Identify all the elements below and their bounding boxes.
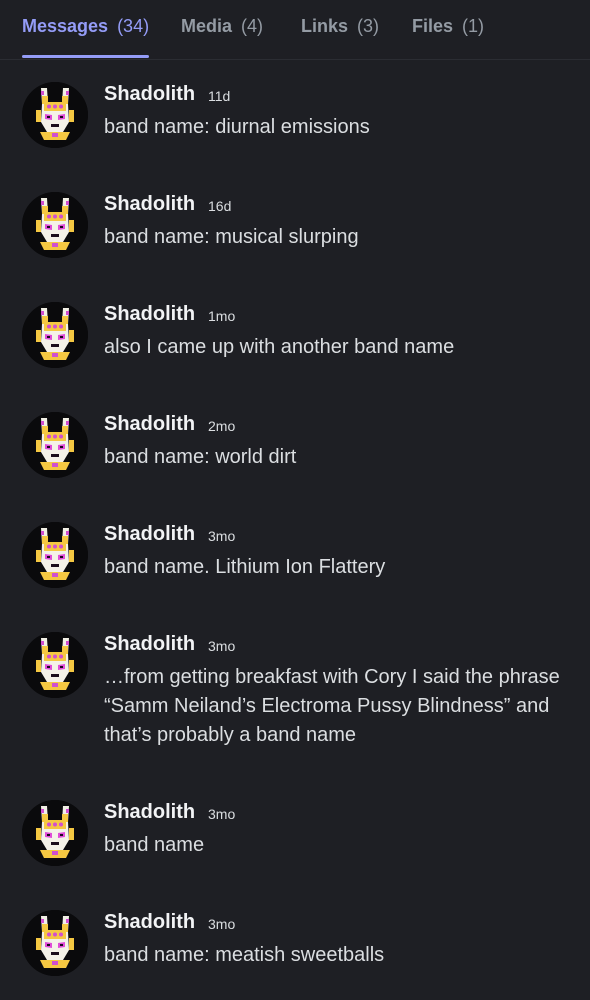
tab-messages[interactable]: Messages (34)	[22, 16, 150, 58]
message-timestamp: 3mo	[208, 806, 236, 822]
jester-avatar-icon	[22, 522, 88, 588]
message-author[interactable]: Shadolith	[104, 523, 195, 546]
avatar[interactable]	[22, 302, 88, 368]
jester-avatar-icon	[22, 412, 88, 478]
jester-avatar-icon	[22, 192, 88, 258]
jester-avatar-icon	[22, 800, 88, 866]
avatar[interactable]	[22, 910, 88, 976]
avatar[interactable]	[22, 632, 88, 698]
message-timestamp: 1mo	[208, 308, 236, 324]
message-text: band name	[104, 834, 205, 856]
message-text: band name: meatish sweetballs	[104, 944, 385, 966]
message-timestamp: 3mo	[208, 638, 236, 654]
avatar[interactable]	[22, 522, 88, 588]
message-author[interactable]: Shadolith	[104, 413, 195, 436]
tab-bar: Messages (34) Media (4) Links (3) Files (1)	[0, 0, 590, 60]
avatar[interactable]	[22, 412, 88, 478]
avatar[interactable]	[22, 82, 88, 148]
message-text: band name: diurnal emissions	[104, 116, 370, 138]
message-timestamp: 16d	[208, 198, 232, 214]
tab-count: (1)	[462, 16, 485, 36]
message-text: band name: world dirt	[104, 446, 297, 468]
avatar[interactable]	[22, 800, 88, 866]
tab-label: Files	[412, 16, 454, 36]
message-text: band name: musical slurping	[104, 226, 359, 248]
tab-files[interactable]: Files (1)	[412, 16, 484, 58]
tab-count: (34)	[117, 16, 150, 36]
message-text: also I came up with another band name	[104, 336, 455, 358]
tab-count: (4)	[241, 16, 264, 36]
message-author[interactable]: Shadolith	[104, 193, 195, 216]
tab-label: Links	[301, 16, 349, 36]
tab-links[interactable]: Links (3)	[301, 16, 379, 58]
tab-label: Media	[181, 16, 233, 36]
jester-avatar-icon	[22, 302, 88, 368]
tab-media[interactable]: Media (4)	[181, 16, 263, 58]
message-text: band name. Lithium Ion Flattery	[104, 556, 386, 578]
message-text: …from getting breakfast with Cory I said…	[104, 666, 560, 746]
message-timestamp: 2mo	[208, 418, 236, 434]
message-timestamp: 11d	[208, 88, 231, 104]
tab-count: (3)	[357, 16, 380, 36]
message-author[interactable]: Shadolith	[104, 633, 195, 656]
message-author[interactable]: Shadolith	[104, 303, 195, 326]
avatar[interactable]	[22, 192, 88, 258]
message-author[interactable]: Shadolith	[104, 801, 195, 824]
jester-avatar-icon	[22, 82, 88, 148]
tab-label: Messages	[22, 16, 109, 36]
message-author[interactable]: Shadolith	[104, 83, 195, 106]
jester-avatar-icon	[22, 632, 88, 698]
jester-avatar-icon	[22, 910, 88, 976]
message-timestamp: 3mo	[208, 528, 236, 544]
message-author[interactable]: Shadolith	[104, 911, 195, 934]
message-timestamp: 3mo	[208, 916, 236, 932]
